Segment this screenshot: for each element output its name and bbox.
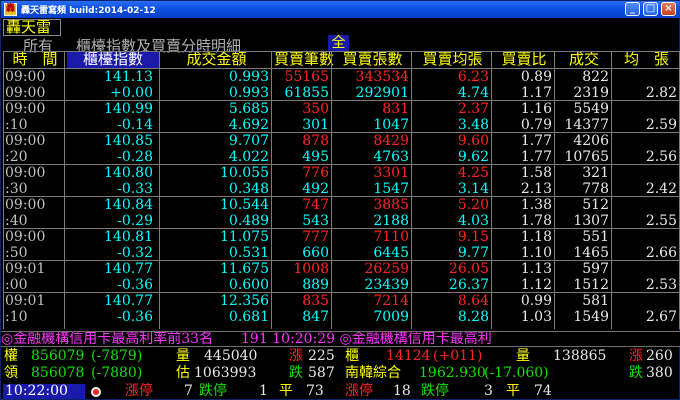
app-logo: 轟天雷 [3, 19, 61, 36]
otc-label: 櫃 [345, 348, 359, 364]
otc-volume-value: 138865 [553, 348, 607, 364]
deal-value: 822 [582, 69, 609, 85]
index-value: 140.99 [104, 101, 153, 117]
deal-value: 581 [582, 293, 609, 309]
limit-down-count: 1 [259, 383, 268, 399]
avg-deal-value: 2.42 [645, 181, 677, 197]
column-header-index[interactable]: 櫃檯指數 [67, 51, 159, 68]
weighted-label: 權 [4, 348, 18, 364]
index-value: 140.84 [104, 197, 153, 213]
index-value: 140.81 [104, 229, 153, 245]
up-count: 225 [308, 348, 335, 364]
index-value: 140.77 [104, 261, 153, 277]
estimate-label: 估 [176, 365, 190, 381]
app-icon: 轟 [4, 3, 17, 16]
index-value: 140.77 [104, 293, 153, 309]
column-header-ratio[interactable]: 買賣比 [494, 51, 554, 68]
weighted-value: 856079 [31, 348, 85, 364]
otc-value: 14124 [386, 348, 431, 364]
avg-deal-value: 2.56 [645, 149, 677, 165]
clock: 10:22:00 [3, 384, 85, 399]
otc-down-count: 380 [646, 365, 673, 381]
avg-deal-value: 2.82 [645, 85, 677, 101]
maximize-button[interactable]: □ [643, 2, 658, 16]
index-value: -0.32 [117, 245, 153, 261]
down-count: 587 [308, 365, 335, 381]
up-label: 漲 [289, 348, 303, 364]
deal-value: 597 [582, 261, 609, 277]
app-window: 轟 轟天雷寫頻 build:2014-02-12 _ □ × 轟天雷 所有 櫃檯… [0, 0, 680, 400]
otc-up-label: 漲 [629, 348, 643, 364]
row-time: :40 [5, 213, 28, 229]
flat-label: 平 [279, 383, 293, 399]
weighted-change: (-7879) [91, 348, 143, 364]
otc-limit-up-label: 漲停 [345, 383, 373, 399]
row-time: :10 [5, 309, 28, 325]
otc-flat-label: 平 [506, 383, 520, 399]
otc-up-count: 260 [646, 348, 673, 364]
row-time: :20 [5, 149, 28, 165]
index-value: +0.00 [110, 85, 153, 101]
row-time: :00 [5, 277, 28, 293]
avg-deal-value: 2.55 [645, 213, 677, 229]
deal-value: 551 [582, 229, 609, 245]
otc-limit-down-label: 跌停 [421, 383, 449, 399]
otc-limit-down-count: 3 [484, 383, 493, 399]
avg-deal-value: 2.53 [645, 277, 677, 293]
avg-deal-value: 2.67 [645, 309, 677, 325]
down-label: 跌 [289, 365, 303, 381]
leading-label: 領 [4, 365, 18, 381]
index-value: -0.28 [117, 149, 153, 165]
index-value: -0.29 [117, 213, 153, 229]
column-header-count[interactable]: 買賣筆數 [274, 51, 334, 68]
title-bar[interactable]: 轟 轟天雷寫頻 build:2014-02-12 _ □ × [1, 1, 680, 18]
grid-line [3, 51, 4, 329]
index-value: -0.36 [117, 277, 153, 293]
deal-value: 4206 [573, 133, 609, 149]
kospi-label: 南韓綜合 [345, 365, 401, 381]
column-header-avg-volume[interactable]: 買賣均張 [414, 51, 491, 68]
limit-up-label: 漲停 [125, 383, 153, 399]
news-ticker[interactable]: ◎金融機構信用卡最高利率前33名 191 10:20:29 ◎金融機構信用卡最高… [1, 331, 680, 347]
deal-value: 321 [582, 165, 609, 181]
volume-label: 量 [176, 348, 190, 364]
limit-down-label: 跌停 [199, 383, 227, 399]
column-header-volume[interactable]: 買賣張數 [334, 51, 411, 68]
row-time: :50 [5, 245, 28, 261]
column-header-amount[interactable]: 成交金額 [162, 51, 271, 68]
close-button[interactable]: × [661, 2, 676, 16]
otc-change: (+011) [433, 348, 483, 364]
index-value: -0.33 [117, 181, 153, 197]
index-value: 140.80 [104, 165, 153, 181]
otc-down-label: 跌 [629, 365, 643, 381]
column-header-time[interactable]: 時 間 [6, 51, 64, 68]
column-header-deal[interactable]: 成交 [557, 51, 611, 68]
kospi-change: (-17.060) [484, 365, 549, 381]
avg-deal-value: 2.66 [645, 245, 677, 261]
leading-change: (-7880) [91, 365, 143, 381]
index-value: -0.14 [117, 117, 153, 133]
deal-value: 5549 [573, 101, 609, 117]
grid-line [3, 51, 679, 52]
row-time: :10 [5, 117, 28, 133]
flat-count: 73 [306, 383, 324, 399]
column-header-avg-deal[interactable]: 均 張 [614, 51, 679, 68]
leading-value: 856078 [31, 365, 85, 381]
kospi-value: 1962.930 [419, 365, 486, 381]
index-value: 140.85 [104, 133, 153, 149]
index-value: 141.13 [104, 69, 153, 85]
record-indicator-icon[interactable] [91, 387, 101, 397]
avg-deal-value: 2.59 [645, 117, 677, 133]
window-title: 轟天雷寫頻 build:2014-02-12 [21, 6, 156, 16]
minimize-button[interactable]: _ [625, 2, 640, 16]
estimate-value: 1063993 [194, 365, 257, 381]
limit-up-count: 7 [184, 383, 193, 399]
otc-flat-count: 74 [534, 383, 552, 399]
otc-limit-up-count: 18 [393, 383, 411, 399]
index-value: -0.36 [117, 309, 153, 325]
volume-value: 445040 [204, 348, 258, 364]
row-time: :30 [5, 181, 28, 197]
deal-value: 512 [582, 197, 609, 213]
otc-volume-label: 量 [516, 348, 530, 364]
